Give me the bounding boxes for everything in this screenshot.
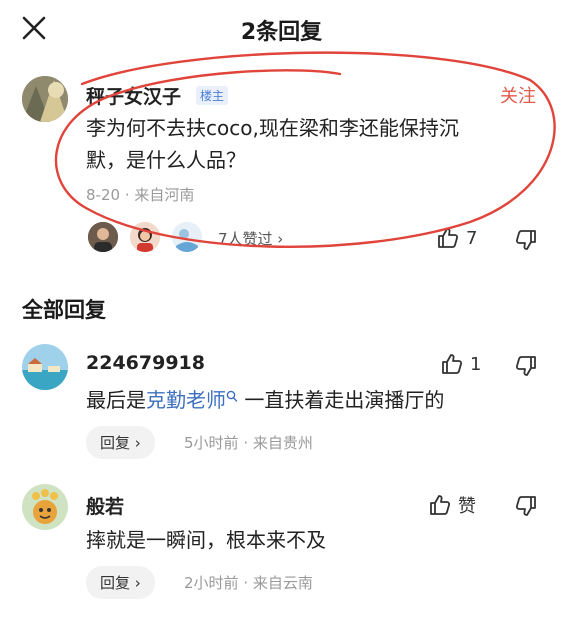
comment-text-line2: 默，是什么人品？ xyxy=(86,148,246,172)
follow-button[interactable]: 关注 xyxy=(500,82,536,108)
thumbs-up-icon xyxy=(442,354,463,374)
username[interactable]: 秤子女汉子 xyxy=(86,82,181,109)
like-button[interactable]: 赞 xyxy=(428,492,476,518)
page-title: 2条回复 xyxy=(240,20,323,45)
op-badge: 楼主 xyxy=(196,86,229,105)
dislike-button[interactable] xyxy=(514,228,538,252)
likers-link[interactable]: 7人赞过 › xyxy=(218,228,283,249)
reply-location: 来自云南 xyxy=(252,574,313,592)
meta-separator: · xyxy=(243,434,253,452)
comment-location: 来自河南 xyxy=(134,186,195,204)
like-count: 1 xyxy=(470,353,482,375)
reply-text: 最后是克勤老师 一直扶着走出演播厅的 xyxy=(86,384,444,416)
like-button[interactable]: 1 xyxy=(440,352,481,376)
username[interactable]: 般若 xyxy=(86,492,124,519)
comment-date: 8-20 xyxy=(86,186,121,204)
meta-separator: · xyxy=(124,186,135,204)
like-button[interactable]: 7 xyxy=(436,226,477,250)
like-label: 赞 xyxy=(458,496,476,517)
avatar[interactable] xyxy=(22,484,68,530)
reply-text-after: 一直扶着走出演播厅的 xyxy=(244,388,445,412)
reply-button[interactable]: 回复 › xyxy=(86,566,155,599)
reply-meta: 2小时前 · 来自云南 xyxy=(184,572,313,593)
liker-avatar[interactable] xyxy=(170,220,204,254)
reply-item: 224679918 1 最后是克勤老师 一直扶着走出演播厅的 回复 › 5小时前… xyxy=(0,340,563,470)
liker-avatar[interactable] xyxy=(128,220,162,254)
username[interactable]: 224679918 xyxy=(86,352,205,374)
reply-text: 摔就是一瞬间，根本来不及 xyxy=(86,528,326,552)
mention-link[interactable]: 克勤老师 xyxy=(146,388,226,412)
reply-meta: 5小时前 · 来自贵州 xyxy=(184,432,313,453)
thumbs-up-icon xyxy=(438,228,459,248)
section-title: 全部回复 xyxy=(22,298,106,322)
reply-item: 般若 赞 摔就是一瞬间，根本来不及 回复 › 2小时前 · 来自云南 xyxy=(0,480,563,610)
dislike-button[interactable] xyxy=(514,354,538,378)
avatar[interactable] xyxy=(22,76,68,122)
main-comment: 秤子女汉子 楼主 关注 李为何不去扶coco,现在梁和李还能保持沉 默，是什么人… xyxy=(0,70,563,270)
reply-time: 2小时前 xyxy=(184,574,239,592)
reply-button[interactable]: 回复 › xyxy=(86,426,155,459)
header: 2条回复 xyxy=(0,0,563,56)
like-count: 7 xyxy=(466,227,478,249)
thumbs-up-icon xyxy=(430,495,451,515)
thumbs-down-icon xyxy=(515,230,536,250)
search-icon[interactable] xyxy=(226,390,238,404)
reply-time: 5小时前 xyxy=(184,434,239,452)
liker-avatar[interactable] xyxy=(86,220,120,254)
dislike-button[interactable] xyxy=(514,494,538,518)
thumbs-down-icon xyxy=(515,356,536,376)
reply-location: 来自贵州 xyxy=(252,434,313,452)
comment-meta: 8-20 · 来自河南 xyxy=(86,184,194,205)
meta-separator: · xyxy=(243,574,253,592)
comment-text-line1: 李为何不去扶coco,现在梁和李还能保持沉 xyxy=(86,116,459,140)
reply-text-before: 最后是 xyxy=(86,388,146,412)
avatar[interactable] xyxy=(22,344,68,390)
thumbs-down-icon xyxy=(515,496,536,516)
